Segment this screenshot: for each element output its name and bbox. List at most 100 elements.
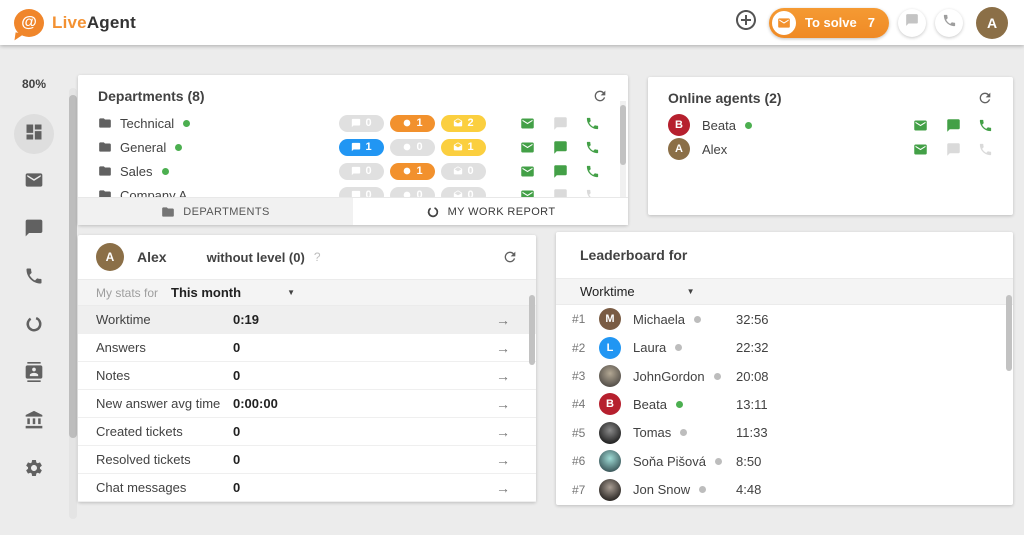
sidebar-item-calls[interactable]	[14, 258, 54, 298]
stat-row[interactable]: Chat messages 0 →	[78, 474, 536, 502]
stat-row[interactable]: Worktime 0:19 →	[78, 306, 536, 334]
phone-icon[interactable]	[585, 140, 600, 155]
ring-count-badge: 0	[390, 138, 435, 156]
agent-name: Jon Snow	[633, 482, 691, 498]
tab-my-work-report[interactable]: MY WORK REPORT	[353, 198, 628, 225]
leaderboard-row: #1 M Michaela 32:56	[556, 305, 1013, 333]
stat-row[interactable]: Created tickets 0 →	[78, 418, 536, 446]
refresh-icon[interactable]	[977, 90, 993, 106]
department-row[interactable]: Company A000	[78, 183, 628, 197]
user-avatar[interactable]: A	[976, 6, 1008, 39]
arrow-right-icon[interactable]: →	[496, 396, 510, 412]
worktime-value: 32:56	[736, 311, 769, 327]
leaderboard-row: #6 Soňa Pišová 8:50	[556, 447, 1013, 475]
avatar-photo	[599, 421, 621, 444]
sidebar-item-billing[interactable]	[14, 402, 54, 442]
sidebar-item-reports[interactable]	[14, 306, 54, 346]
avatar: B	[599, 393, 621, 416]
worktime-value: 22:32	[736, 340, 769, 356]
email-icon[interactable]	[520, 188, 535, 197]
avatar: A	[668, 138, 690, 160]
phone-icon[interactable]	[978, 142, 993, 157]
folder-icon	[98, 140, 112, 154]
leaderboard-row: #7 Jon Snow 4:48	[556, 476, 1013, 504]
phone-icon[interactable]	[585, 188, 600, 197]
departments-scrollbar-thumb[interactable]	[620, 105, 626, 165]
arrow-right-icon[interactable]: →	[496, 312, 510, 328]
stat-row[interactable]: Answers 0 →	[78, 334, 536, 362]
arrow-right-icon[interactable]: →	[496, 340, 510, 356]
department-row[interactable]: General 1 0 1	[78, 135, 628, 159]
chat-icon[interactable]	[553, 140, 568, 155]
worktime-value: 4:48	[736, 482, 762, 498]
brand-live: Live	[52, 12, 87, 32]
sidebar-item-settings[interactable]	[14, 450, 54, 490]
chat-icon[interactable]	[946, 142, 961, 157]
leaderboard-row: #2 L Laura 22:32	[556, 333, 1013, 361]
leaderboard-row: #3 JohnGordon 20:08	[556, 362, 1013, 390]
agent-name: Tomas	[633, 425, 672, 441]
leaderboard-panel: Leaderboard for Worktime ▼ #1 M Michaela 32…	[556, 232, 1013, 505]
email-icon[interactable]	[520, 140, 535, 155]
main-scrollbar-thumb[interactable]	[69, 95, 77, 438]
online-status-dot	[744, 121, 752, 129]
avatar-photo	[599, 365, 621, 388]
chat-icon[interactable]	[946, 118, 961, 133]
leaderboard-title: Leaderboard for	[580, 247, 688, 263]
folder-icon	[98, 116, 112, 130]
agent-row[interactable]: A Alex	[648, 137, 1013, 161]
help-icon[interactable]: ?	[314, 250, 321, 264]
stat-label: Created tickets	[96, 424, 183, 439]
stat-row[interactable]: Resolved tickets 0 →	[78, 446, 536, 474]
folder-icon	[98, 164, 112, 178]
leaderboard-scrollbar-thumb[interactable]	[1006, 295, 1012, 371]
email-icon[interactable]	[913, 142, 928, 157]
refresh-icon[interactable]	[502, 249, 518, 265]
sidebar-item-tickets[interactable]	[14, 162, 54, 202]
chat-icon[interactable]	[553, 164, 568, 179]
stat-row[interactable]: Notes 0 →	[78, 362, 536, 390]
email-icon[interactable]	[520, 116, 535, 131]
chevron-down-icon[interactable]: ▼	[287, 288, 295, 297]
offline-status-dot	[713, 372, 721, 380]
sidebar-item-chats[interactable]	[14, 210, 54, 250]
to-solve-button[interactable]: To solve 7	[768, 7, 889, 38]
stat-value: 0	[233, 452, 241, 467]
liveagent-logo-icon: @	[14, 8, 44, 37]
email-icon[interactable]	[913, 118, 928, 133]
department-row[interactable]: Sales 0 1 0	[78, 159, 628, 183]
arrow-right-icon[interactable]: →	[496, 452, 510, 468]
chats-button[interactable]	[898, 8, 926, 37]
chat-icon[interactable]	[553, 188, 568, 197]
department-row[interactable]: Technical 0 1 2	[78, 111, 628, 135]
chevron-down-icon[interactable]: ▼	[687, 287, 695, 296]
to-solve-label: To solve	[804, 15, 857, 30]
arrow-right-icon[interactable]: →	[496, 480, 510, 496]
refresh-icon[interactable]	[592, 88, 608, 104]
leaderboard-metric-dropdown[interactable]: Worktime	[580, 284, 635, 299]
email-icon[interactable]	[520, 164, 535, 179]
offline-status-dot	[694, 315, 702, 323]
agent-name: Laura	[633, 340, 667, 356]
stat-value: 0:00:00	[233, 396, 278, 411]
chat-count-badge: 0	[339, 186, 384, 197]
chat-icon[interactable]	[553, 116, 568, 131]
phone-icon[interactable]	[585, 116, 600, 131]
sidebar-item-dashboard[interactable]	[14, 114, 54, 154]
tab-departments[interactable]: DEPARTMENTS	[78, 198, 353, 225]
sidebar: 80%	[0, 45, 68, 535]
arrow-right-icon[interactable]: →	[496, 424, 510, 440]
stat-label: Resolved tickets	[96, 452, 191, 467]
report-scrollbar-thumb[interactable]	[529, 295, 535, 365]
phone-icon[interactable]	[585, 164, 600, 179]
calls-button[interactable]	[935, 8, 963, 37]
period-dropdown[interactable]: This month	[171, 285, 241, 300]
stats-for-label: My stats for	[96, 285, 159, 300]
sidebar-item-contacts[interactable]	[14, 354, 54, 394]
phone-icon[interactable]	[978, 118, 993, 133]
add-new-button[interactable]	[732, 9, 760, 37]
stat-row[interactable]: New answer avg time 0:00:00 →	[78, 390, 536, 418]
liveagent-logo[interactable]: @ LiveAgent	[14, 8, 136, 37]
arrow-right-icon[interactable]: →	[496, 368, 510, 384]
agent-row[interactable]: B Beata	[648, 113, 1013, 137]
